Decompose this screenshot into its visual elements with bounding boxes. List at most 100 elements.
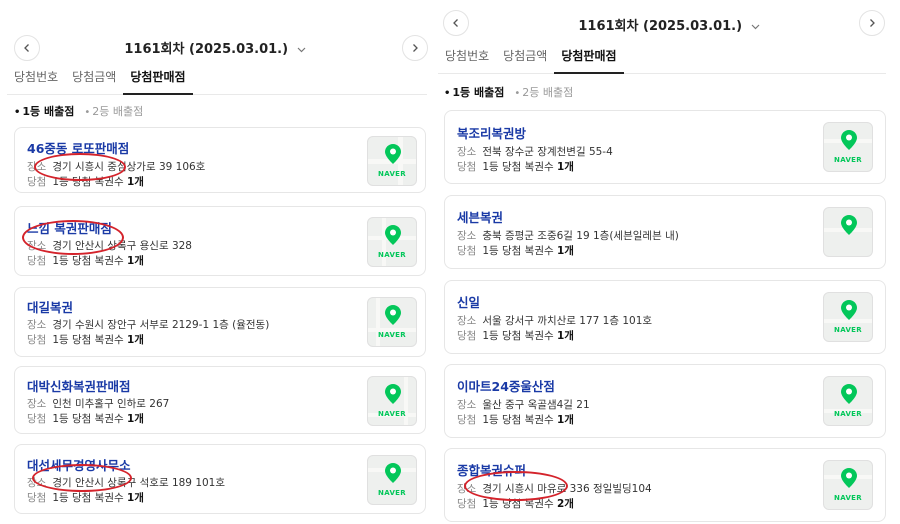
- place-label: 장소: [457, 399, 477, 411]
- store-address-row: 장소 경기 안산시 상록구 석호로 189 101호: [27, 475, 225, 490]
- tab-winning-stores[interactable]: 당첨판매점: [554, 47, 624, 74]
- result-tabs: 당첨번호 당첨금액 당첨판매점: [438, 47, 886, 74]
- map-thumbnail[interactable]: NAVER: [823, 292, 873, 342]
- store-card[interactable]: 대박신화복권판매점 장소 인천 미추홀구 인하로 267 당첨 1등 당첨 복권수 …: [14, 366, 426, 434]
- rank-filter: 1등 배출점 2등 배출점: [14, 103, 143, 119]
- store-card[interactable]: 46중동 로또판매점 장소 경기 시흥시 중심상가로 39 106호 당첨 1등 당…: [14, 127, 426, 193]
- win-count: 1개: [127, 334, 144, 346]
- filter-2nd-rank[interactable]: 2등 배출점: [84, 103, 143, 119]
- store-address: 충북 증평군 조중6길 19 1층(세븐일레븐 내): [482, 230, 679, 242]
- chevron-down-icon: [751, 24, 760, 29]
- store-card[interactable]: 세븐복권 장소 충북 증평군 조중6길 19 1층(세븐일레븐 내) 당첨 1등 당…: [444, 195, 886, 269]
- filter-2nd-rank[interactable]: 2등 배출점: [514, 84, 573, 100]
- naver-brand-label: NAVER: [378, 331, 406, 339]
- map-thumbnail[interactable]: [823, 207, 873, 257]
- map-pin-icon: [385, 144, 401, 164]
- naver-brand-label: NAVER: [834, 326, 862, 334]
- store-name[interactable]: 신일: [457, 292, 480, 311]
- store-name[interactable]: 느낌 복권판매점: [27, 218, 112, 237]
- round-selector[interactable]: 1161회차 (2025.03.01.): [438, 15, 900, 34]
- place-label: 장소: [27, 161, 47, 173]
- store-win-row: 당첨 1등 당첨 복권수 1개: [457, 412, 574, 427]
- store-address: 인천 미추홀구 인하로 267: [52, 398, 170, 410]
- store-card[interactable]: 복조리복권방 장소 전북 장수군 장계천변길 55-4 당첨 1등 당첨 복권수 1…: [444, 110, 886, 184]
- store-name[interactable]: 복조리복권방: [457, 123, 526, 142]
- map-pin-icon: [841, 468, 857, 488]
- win-text: 1등 당첨 복권수: [482, 498, 554, 510]
- right-results-panel: 1161회차 (2025.03.01.) 당첨번호 당첨금액 당첨판매점 1등 …: [438, 0, 900, 522]
- store-address-row: 장소 서울 강서구 까치산로 177 1층 101호: [457, 313, 652, 328]
- map-thumbnail[interactable]: NAVER: [367, 455, 417, 505]
- tab-winning-numbers[interactable]: 당첨번호: [7, 68, 65, 94]
- win-label: 당첨: [457, 498, 477, 510]
- tab-winning-numbers[interactable]: 당첨번호: [438, 47, 496, 73]
- win-label: 당첨: [27, 334, 47, 346]
- place-label: 장소: [27, 240, 47, 252]
- naver-brand-label: NAVER: [378, 489, 406, 497]
- store-win-row: 당첨 1등 당첨 복권수 1개: [457, 159, 574, 174]
- store-card[interactable]: 이마트24중울산점 장소 울산 중구 옥골샘4길 21 당첨 1등 당첨 복권수 1…: [444, 364, 886, 438]
- store-name[interactable]: 이마트24중울산점: [457, 376, 555, 395]
- store-address: 경기 시흥시 중심상가로 39 106호: [52, 161, 206, 173]
- round-header: 1161회차 (2025.03.01.): [438, 0, 900, 42]
- place-label: 장소: [457, 315, 477, 327]
- store-card[interactable]: 대선세무경영사무소 장소 경기 안산시 상록구 석호로 189 101호 당첨 1등…: [14, 444, 426, 514]
- store-name[interactable]: 종합복권슈퍼: [457, 460, 526, 479]
- naver-brand-label: NAVER: [834, 156, 862, 164]
- map-pin-icon: [385, 225, 401, 245]
- win-text: 1등 당첨 복권수: [482, 161, 554, 173]
- round-selector[interactable]: 1161회차 (2025.03.01.): [0, 38, 430, 57]
- round-title: 1161회차 (2025.03.01.): [124, 42, 289, 57]
- store-card[interactable]: 대길복권 장소 경기 수원시 장안구 서부로 2129-1 1층 (율전동) 당첨…: [14, 287, 426, 357]
- next-round-button[interactable]: [402, 35, 428, 61]
- map-pin-icon: [385, 463, 401, 483]
- map-thumbnail[interactable]: NAVER: [367, 297, 417, 347]
- place-label: 장소: [27, 477, 47, 489]
- store-card[interactable]: 신일 장소 서울 강서구 까치산로 177 1층 101호 당첨 1등 당첨 복권수…: [444, 280, 886, 354]
- store-name[interactable]: 대길복권: [27, 297, 73, 316]
- win-count: 1개: [127, 413, 144, 425]
- store-name[interactable]: 세븐복권: [457, 207, 503, 226]
- map-pin-icon: [385, 384, 401, 404]
- store-card[interactable]: 종합복권슈퍼 장소 경기 시흥시 마유로 336 정일빌딩104 당첨 1등 당첨 …: [444, 448, 886, 522]
- store-win-row: 당첨 1등 당첨 복권수 1개: [457, 328, 574, 343]
- win-text: 1등 당첨 복권수: [482, 414, 554, 426]
- win-count: 1개: [127, 176, 144, 188]
- store-name[interactable]: 대선세무경영사무소: [27, 455, 131, 474]
- filter-1st-rank[interactable]: 1등 배출점: [14, 103, 74, 119]
- store-address-row: 장소 경기 시흥시 중심상가로 39 106호: [27, 159, 205, 174]
- map-road: [376, 298, 380, 346]
- win-text: 1등 당첨 복권수: [52, 334, 124, 346]
- store-address: 서울 강서구 까치산로 177 1층 101호: [482, 315, 653, 327]
- map-thumbnail[interactable]: NAVER: [367, 376, 417, 426]
- store-card[interactable]: 느낌 복권판매점 장소 경기 안산시 상록구 용신로 328 당첨 1등 당첨 복권…: [14, 206, 426, 276]
- chevron-down-icon: [297, 47, 306, 52]
- next-round-button[interactable]: [859, 10, 885, 36]
- map-thumbnail[interactable]: NAVER: [367, 217, 417, 267]
- store-address: 전북 장수군 장계천변길 55-4: [482, 146, 613, 158]
- win-text: 1등 당첨 복권수: [52, 492, 124, 504]
- store-win-row: 당첨 1등 당첨 복권수 1개: [27, 490, 144, 505]
- store-name[interactable]: 대박신화복권판매점: [27, 376, 131, 395]
- map-pin-icon: [841, 215, 857, 235]
- map-thumbnail[interactable]: NAVER: [367, 136, 417, 186]
- map-thumbnail[interactable]: NAVER: [823, 460, 873, 510]
- win-count: 1개: [557, 414, 574, 426]
- store-address: 경기 시흥시 마유로 336 정일빌딩104: [482, 483, 652, 495]
- round-title: 1161회차 (2025.03.01.): [578, 19, 743, 34]
- tab-prize-amount[interactable]: 당첨금액: [65, 68, 123, 94]
- tab-prize-amount[interactable]: 당첨금액: [496, 47, 554, 73]
- store-win-row: 당첨 1등 당첨 복권수 1개: [457, 243, 574, 258]
- naver-brand-label: NAVER: [378, 170, 406, 178]
- left-results-panel: 1161회차 (2025.03.01.) 당첨번호 당첨금액 당첨판매점 1등 …: [0, 0, 430, 514]
- round-header: 1161회차 (2025.03.01.): [0, 0, 430, 61]
- store-address: 울산 중구 옥골샘4길 21: [482, 399, 590, 411]
- filter-1st-rank[interactable]: 1등 배출점: [444, 84, 504, 100]
- map-thumbnail[interactable]: NAVER: [823, 122, 873, 172]
- store-win-row: 당첨 1등 당첨 복권수 1개: [27, 411, 144, 426]
- tab-winning-stores[interactable]: 당첨판매점: [123, 68, 193, 95]
- place-label: 장소: [457, 230, 477, 242]
- win-label: 당첨: [27, 492, 47, 504]
- store-name[interactable]: 46중동 로또판매점: [27, 138, 129, 157]
- map-thumbnail[interactable]: NAVER: [823, 376, 873, 426]
